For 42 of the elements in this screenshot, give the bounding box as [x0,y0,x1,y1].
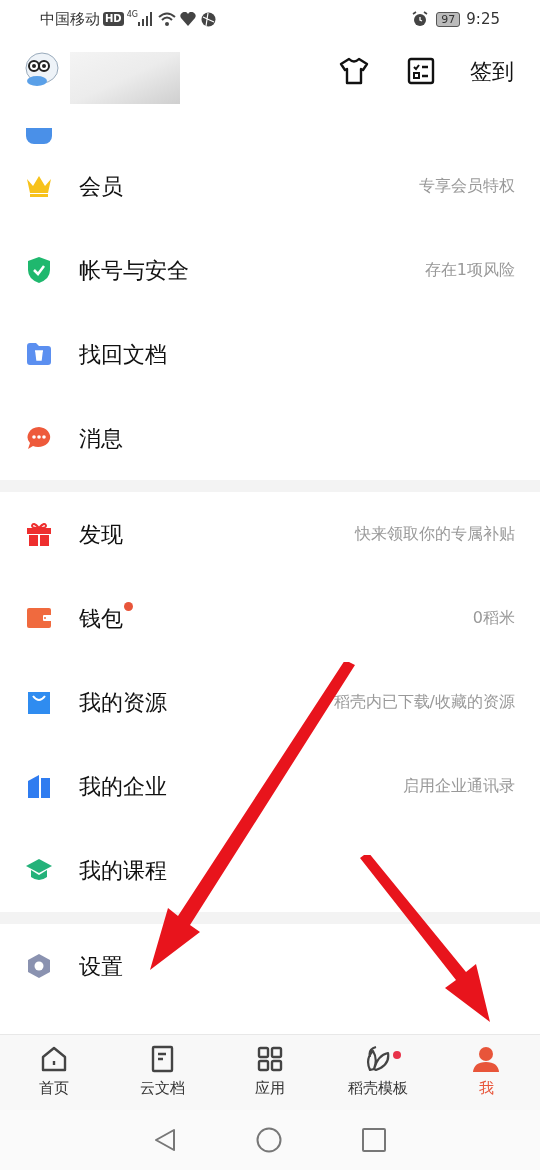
tab[interactable]: 应用 [216,1035,324,1110]
battery-indicator: 97 [436,11,461,27]
detail-text: 稻壳内已下载/收藏的资源 [333,691,515,713]
shield-icon [27,256,51,284]
building-icon [27,773,51,799]
detail-text: 存在1项风险 [424,259,515,281]
person-icon [472,1045,500,1074]
alarm-icon [412,11,429,27]
shopping-bag-icon [27,689,51,715]
cloud-icon [25,128,53,144]
home-icon[interactable] [256,1127,282,1153]
detail-text: 启用企业通讯录 [403,775,515,797]
recent-apps-icon[interactable] [362,1128,386,1152]
back-icon[interactable] [154,1128,176,1152]
detail-text: 快来领取你的专属补贴 [355,523,515,545]
grid-icon [256,1045,284,1074]
hd-badge: HD [103,12,124,26]
carrier-text: 中国移动 [40,8,100,30]
graduation-cap-icon [25,858,53,882]
crown-icon [26,175,52,197]
gift-icon [26,521,52,547]
wifi-icon [157,12,176,26]
network-text: 4G [126,9,138,21]
time-text: 9:25 [466,8,500,30]
tab[interactable]: 首页 [0,1035,108,1110]
checklist-icon[interactable] [406,56,436,86]
home-icon [40,1045,68,1074]
shirt-icon[interactable] [338,55,370,87]
tab[interactable]: 云文档 [108,1035,216,1110]
wallet-icon [26,607,52,629]
globe-icon [200,11,216,27]
chat-icon [26,426,52,450]
detail-text: 0稻米 [472,607,515,629]
signal-icon [137,12,152,26]
folder-icon [26,342,52,366]
sign-in-button[interactable]: 签到 [470,54,514,88]
tab[interactable]: 稻壳模板 [324,1035,432,1110]
heart-icon [179,12,196,26]
leaf-icon [364,1045,392,1074]
detail-text: 专享会员特权 [419,175,515,197]
settings-icon [26,953,52,979]
tab[interactable]: 我 [432,1035,540,1110]
